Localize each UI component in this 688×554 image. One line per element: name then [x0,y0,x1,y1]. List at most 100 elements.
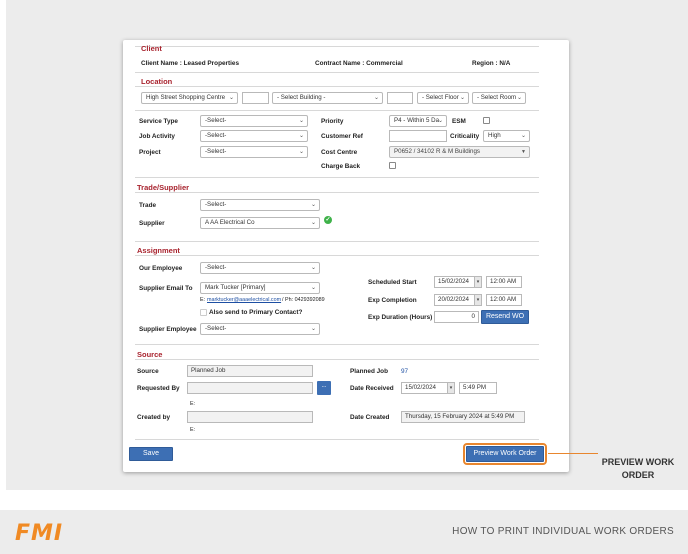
requested-by-input[interactable] [187,382,313,394]
exp-duration-input[interactable]: 0 [434,311,479,323]
requested-by-lookup-button[interactable]: ... [317,381,331,395]
footer-title: HOW TO PRINT INDIVIDUAL WORK ORDERS [452,526,674,537]
job-activity-select[interactable]: -Select- ⌄ [200,130,308,142]
customer-ref-input[interactable] [389,130,447,142]
caret-down-icon: ▼ [521,149,526,155]
chevron-down-icon: ⌄ [459,95,465,101]
trade-label: Trade [139,202,157,209]
chevron-down-icon: ⌄ [228,95,234,101]
service-type-value: -Select- [205,117,227,124]
our-employee-value: -Select- [205,264,227,271]
chevron-down-icon: ⌄ [310,202,316,208]
floor-value: - Select Floor [422,94,459,101]
floor-select[interactable]: - Select Floor ⌄ [417,92,469,104]
supplier-value: A AA Electrical Co [205,219,255,226]
source-label: Source [137,368,159,375]
date-received-label: Date Received [350,385,394,392]
save-button[interactable]: Save [129,447,173,461]
chevron-down-icon: ⌄ [298,118,304,124]
chevron-down-icon: ⌄ [520,133,526,139]
requested-by-label: Requested By [137,385,180,392]
date-received-input[interactable]: 15/02/2024 [401,382,449,394]
preview-work-order-button[interactable]: Preview Work Order [463,443,547,465]
cost-centre-label: Cost Centre [321,149,358,156]
resend-wo-button[interactable]: Resend WO [481,310,529,324]
source-section-title: Source [137,350,163,359]
exp-completion-label: Exp Completion [368,297,417,304]
email-prefix: E: [200,297,206,303]
cost-centre-select[interactable]: P0652 / 34102 R & M Buildings ▼ [389,146,530,158]
scheduled-start-date-input[interactable]: 15/02/2024 [434,276,478,288]
source-input: Planned Job [187,365,313,377]
region: Region : N/A [472,60,511,67]
created-by-label: Created by [137,414,171,421]
date-received-spinner[interactable]: ▾ [447,382,455,394]
trade-section-title: Trade/Supplier [137,183,190,192]
scheduled-start-label: Scheduled Start [368,279,417,286]
criticality-label: Criticality [450,133,480,140]
scheduled-start-date: 15/02/2024 [438,278,469,285]
date-created-label: Date Created [350,414,390,421]
exp-completion-date: 20/02/2024 [438,296,469,303]
client-section-title: Client [141,44,162,53]
service-type-label: Service Type [139,118,178,125]
date-received-time-input[interactable]: 5:49 PM [459,382,497,394]
section-divider [135,192,539,193]
exp-completion-time-input[interactable]: 12:00 AM [486,294,522,306]
scheduled-start-time-input[interactable]: 12:00 AM [486,276,522,288]
supplier-employee-select[interactable]: -Select- ⌄ [200,323,320,335]
section-divider [135,359,539,360]
exp-completion-time: 12:00 AM [490,296,517,303]
priority-select[interactable]: P4 - Within 5 Da ⌄ [389,115,447,127]
esm-label: ESM [452,118,466,125]
priority-label: Priority [321,118,344,125]
assignment-section-title: Assignment [137,246,180,255]
supplier-email-link[interactable]: marktucker@aaaelectrical.com [207,297,281,303]
trade-value: -Select- [205,201,227,208]
project-select[interactable]: -Select- ⌄ [200,146,308,158]
building-select[interactable]: - Select Building - ⌄ [272,92,383,104]
our-employee-select[interactable]: -Select- ⌄ [200,262,320,274]
chevron-down-icon: ⌄ [298,149,304,155]
chevron-down-icon: ⌄ [310,326,316,332]
esm-checkbox[interactable] [483,117,490,124]
building-value: - Select Building - [277,94,326,101]
supplier-email-select[interactable]: Mark Tucker [Primary] ⌄ [200,282,320,294]
exp-duration-label: Exp Duration (Hours) [368,314,433,321]
site-select[interactable]: High Street Shopping Centre ⌄ [141,92,238,104]
trade-select[interactable]: -Select- ⌄ [200,199,320,211]
job-activity-value: -Select- [205,132,227,139]
callout-line-1: PREVIEW WORK [601,457,675,467]
chevron-down-icon: ⌄ [298,133,304,139]
exp-completion-date-input[interactable]: 20/02/2024 [434,294,478,306]
section-divider [135,255,539,256]
also-send-checkbox[interactable] [200,309,207,316]
site-value: High Street Shopping Centre [146,94,226,101]
planned-job-value[interactable]: 97 [401,368,408,375]
job-activity-label: Job Activity [139,133,175,140]
callout-label: PREVIEW WORK ORDER [596,456,680,482]
charge-back-checkbox[interactable] [389,162,396,169]
callout-connector [548,453,598,454]
section-divider [135,241,539,242]
building-search-input[interactable] [242,92,269,104]
section-divider [135,46,539,47]
service-type-select[interactable]: -Select- ⌄ [200,115,308,127]
chevron-down-icon: ⌄ [310,285,316,291]
requested-email-prefix: E: [190,401,196,407]
charge-back-label: Charge Back [321,163,361,170]
room-select[interactable]: - Select Room ⌄ [472,92,526,104]
priority-value: P4 - Within 5 Da [394,117,440,124]
criticality-select[interactable]: High ⌄ [483,130,530,142]
contract-name: Contract Name : Commercial [315,60,403,67]
scheduled-start-spinner[interactable]: ▾ [474,276,482,288]
section-divider [135,177,539,178]
date-received-time: 5:49 PM [463,384,487,391]
section-divider [135,439,539,440]
floor-search-input[interactable] [387,92,413,104]
date-created-value: Thursday, 15 February 2024 at 5:49 PM [405,413,515,420]
supplier-select[interactable]: A AA Electrical Co ⌄ [200,217,320,229]
exp-duration-value: 0 [471,313,475,320]
exp-completion-spinner[interactable]: ▾ [474,294,482,306]
check-circle-icon: ✓ [324,216,332,224]
